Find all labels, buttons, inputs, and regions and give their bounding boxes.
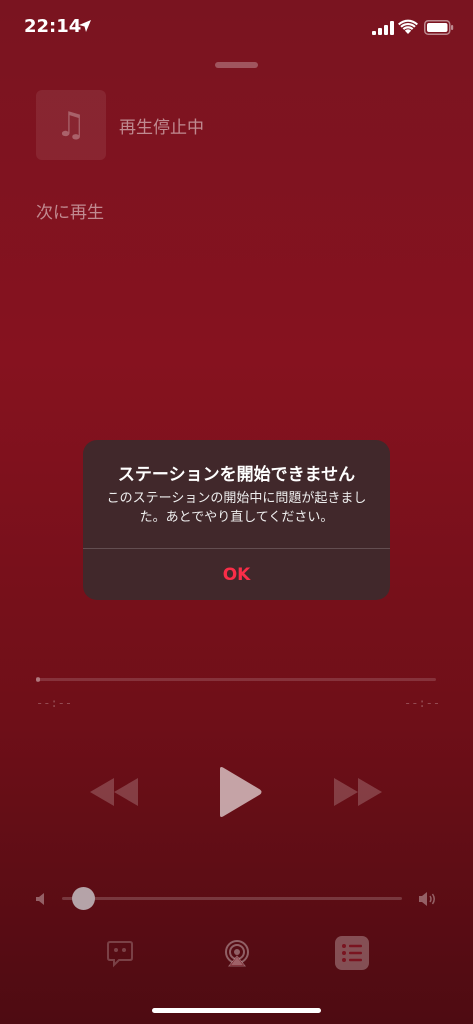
error-alert-dialog: ステーションを開始できません このステーションの開始中に問題が起きました。あとで… [83,440,390,600]
ok-button[interactable]: OK [83,549,390,600]
alert-title: ステーションを開始できません [117,465,356,485]
alert-message: このステーションの開始中に問題が起きました。あとでやり直してください。 [106,491,367,525]
